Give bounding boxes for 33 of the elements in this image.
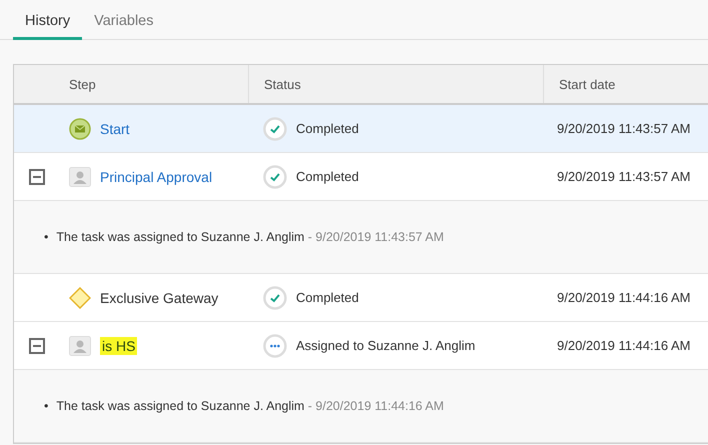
column-header: Start date	[559, 76, 616, 92]
date-text: 9/20/2019 11:43:57 AM	[557, 169, 690, 184]
bullet: •	[44, 398, 48, 414]
status-text: Assigned to Suzanne J. Anglim	[296, 338, 476, 353]
date-text: 9/20/2019 11:43:57 AM	[557, 121, 690, 136]
step-link[interactable]: Principal Approval	[100, 168, 212, 184]
status-text: Completed	[296, 121, 359, 136]
diamond-icon	[69, 286, 91, 308]
column-header: Status	[264, 76, 301, 92]
check-icon	[263, 286, 287, 310]
log-entry: The task was assigned to Suzanne J. Anglim - 9/20/2019 11:43:57 AM	[56, 229, 444, 245]
bullet: •	[44, 229, 48, 245]
log-entry: The task was assigned to Suzanne J. Anglim - 9/20/2019 11:44:16 AM	[56, 398, 444, 414]
ellipsis-icon	[263, 334, 287, 358]
table-row[interactable]: Start Completed 9/20/2019 11:43:57 AM	[14, 105, 708, 153]
check-icon	[263, 116, 287, 140]
tab[interactable]: History	[13, 10, 82, 40]
status-text: Completed	[296, 169, 359, 184]
column-header: Step	[69, 76, 96, 92]
collapse-icon[interactable]	[29, 338, 45, 354]
step-name: is HS	[100, 336, 138, 354]
status-text: Completed	[296, 290, 359, 305]
collapse-icon[interactable]	[29, 168, 45, 184]
user-icon	[69, 166, 91, 186]
envelope-icon	[69, 118, 91, 140]
check-icon	[263, 164, 287, 188]
table-row[interactable]: Exclusive Gateway Completed 9/20/2019 11:44:16 AM	[14, 274, 708, 322]
step-name: Exclusive Gateway	[100, 290, 218, 306]
user-icon	[69, 336, 91, 356]
tab[interactable]: Variables	[82, 10, 166, 40]
step-link[interactable]: Start	[100, 120, 130, 136]
date-text: 9/20/2019 11:44:16 AM	[557, 338, 690, 353]
date-text: 9/20/2019 11:44:16 AM	[557, 290, 690, 305]
